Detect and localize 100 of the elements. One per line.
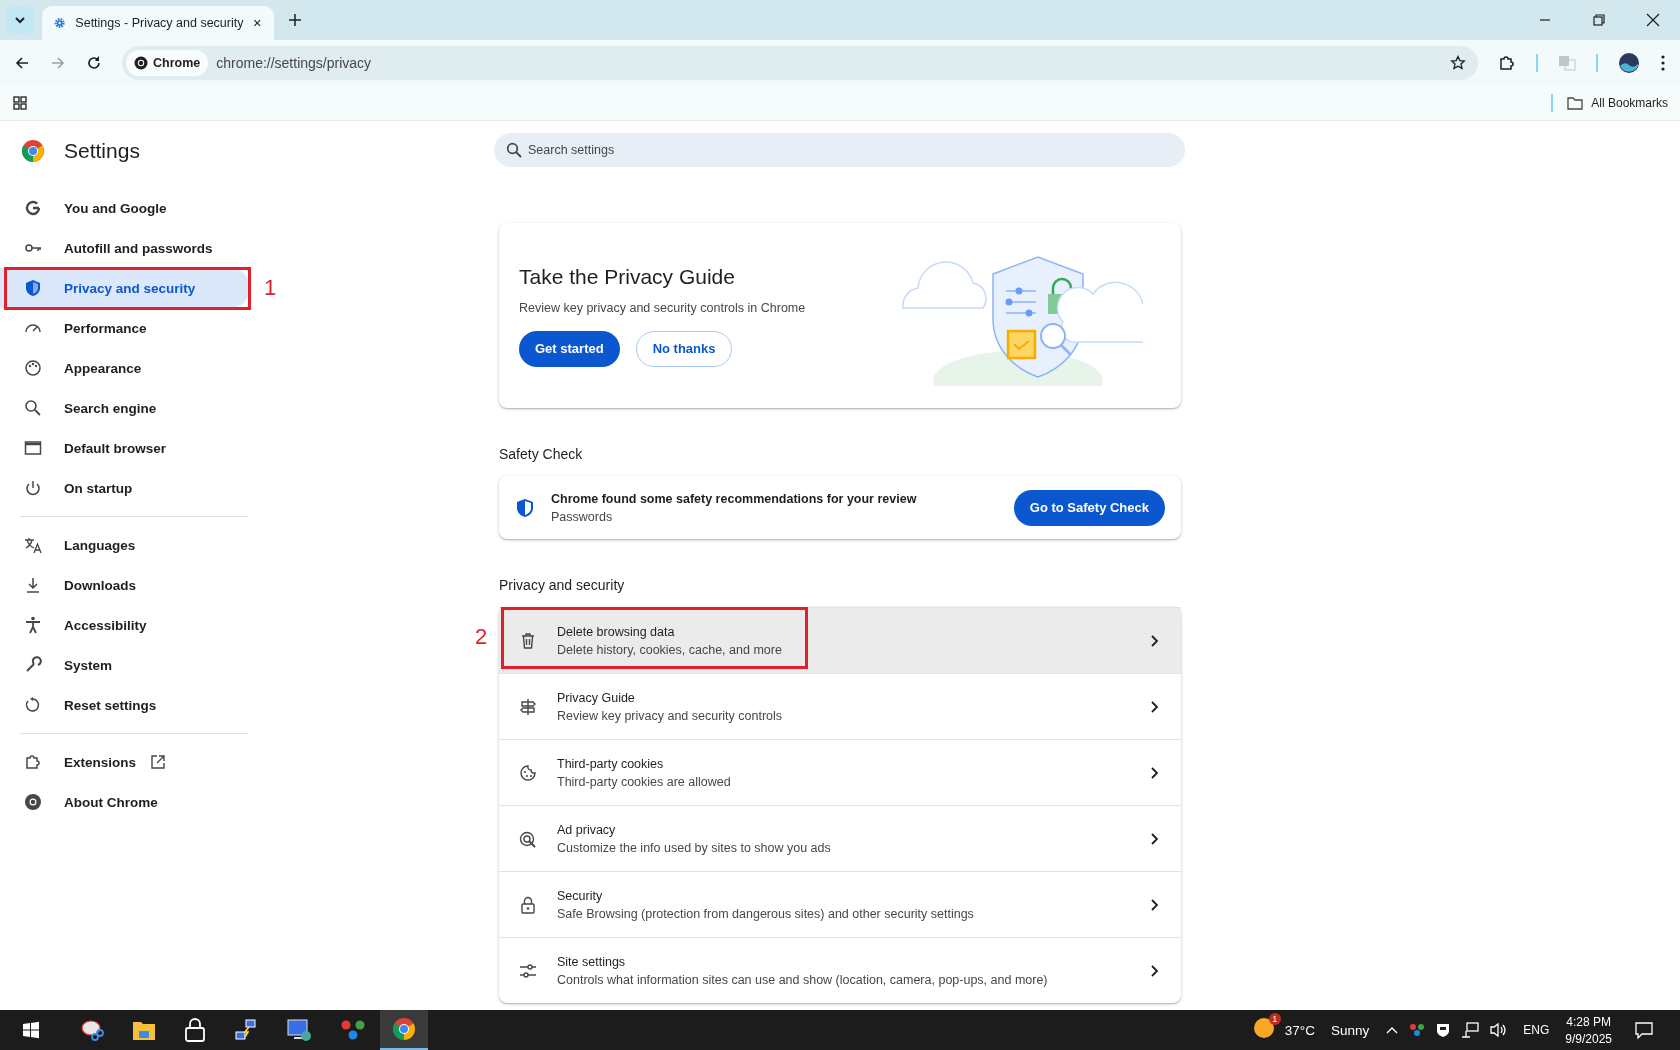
sidebar-item[interactable]: Reset settings: [0, 685, 250, 725]
close-window-icon[interactable]: [1646, 13, 1660, 27]
sidebar-item[interactable]: Default browser: [0, 428, 250, 468]
sidebar-item[interactable]: Autofill and passwords: [0, 228, 250, 268]
folder-icon[interactable]: [132, 1019, 156, 1041]
notifications-icon[interactable]: [1634, 1021, 1654, 1039]
chrome-logo-icon: [24, 793, 42, 811]
windows-logo-icon[interactable]: [22, 1021, 40, 1039]
star-icon[interactable]: [1450, 54, 1466, 71]
three-dots-cluster-icon[interactable]: [340, 1018, 366, 1042]
gear-icon: [54, 15, 66, 31]
site-chip[interactable]: Chrome: [126, 49, 209, 76]
reload-icon[interactable]: [86, 54, 102, 71]
shield-tray-icon[interactable]: [1435, 1022, 1452, 1038]
row-title: Site settings: [557, 954, 627, 969]
url-text: chrome://settings/privacy: [216, 54, 372, 71]
download-icon: [24, 576, 42, 594]
safety-check-subtitle: Passwords: [551, 509, 614, 524]
more-menu-icon[interactable]: [1660, 53, 1666, 72]
puzzle-piece-icon[interactable]: [1498, 53, 1516, 72]
tab-search-button[interactable]: [6, 6, 34, 34]
chevron-right-icon: [1149, 831, 1159, 846]
sidebar-item[interactable]: You and Google: [0, 188, 250, 228]
sidebar-item[interactable]: Downloads: [0, 565, 250, 605]
promo-description: Review key privacy and security controls in Chrome: [519, 300, 807, 315]
sidebar-item[interactable]: Performance: [0, 308, 250, 348]
sidebar-item-label: Downloads: [64, 577, 136, 593]
snipping-tool-icon[interactable]: [80, 1018, 104, 1042]
row-title: Delete browsing data: [557, 624, 676, 639]
reset-icon: [24, 696, 42, 714]
padlock-icon[interactable]: [184, 1018, 206, 1042]
search-field[interactable]: Search settings: [494, 133, 1185, 167]
google-g-icon: [24, 199, 42, 217]
sidebar-item[interactable]: On startup: [0, 468, 250, 508]
get-started-button[interactable]: Get started: [519, 330, 620, 367]
row-title: Security: [557, 888, 604, 903]
sidebar-item-label: Performance: [64, 320, 147, 336]
sidebar-item[interactable]: System: [0, 645, 250, 685]
settings-title: Settings: [64, 139, 140, 163]
speaker-icon[interactable]: [1489, 1022, 1508, 1038]
sidebar-item[interactable]: About Chrome: [0, 782, 250, 822]
external-link-icon[interactable]: [150, 754, 167, 770]
back-arrow-icon[interactable]: [14, 54, 30, 71]
sidebar-item-label: Accessibility: [64, 617, 147, 633]
chevron-right-icon: [1149, 633, 1159, 648]
puzzle-piece-icon: [24, 753, 42, 771]
sidebar-item-label: Extensions: [64, 754, 137, 770]
three-dots-cluster-icon[interactable]: [1409, 1022, 1426, 1038]
settings-row[interactable]: Security Safe Browsing (protection from dangerous sites) and other security settings: [499, 871, 1181, 937]
sidebar-item[interactable]: Search engine: [0, 388, 250, 428]
taskbar-app-button[interactable]: [380, 1010, 428, 1050]
tab-title: Settings - Privacy and security: [75, 16, 244, 30]
profile-avatar-icon[interactable]: [1618, 51, 1640, 74]
sliders-icon: [519, 961, 537, 980]
restore-icon[interactable]: [1592, 13, 1606, 27]
annotation-number: 1: [264, 277, 277, 299]
accessibility-icon: [24, 616, 42, 634]
monitor-icon[interactable]: [286, 1018, 312, 1042]
settings-row[interactable]: Site settings Controls what information sites can use and show (location, camera, pop-ups, and more): [499, 937, 1181, 1003]
row-subtitle: Safe Browsing (protection from dangerous sites) and other security settings: [557, 906, 975, 921]
palette-icon: [24, 359, 42, 377]
network-icon[interactable]: [1461, 1022, 1480, 1038]
address-bar[interactable]: Chrome chrome://settings/privacy: [122, 45, 1478, 80]
clock-time: 4:28 PM: [1566, 1014, 1611, 1029]
translate-icon: [24, 536, 42, 554]
close-icon[interactable]: [253, 17, 262, 29]
sidebar-item[interactable]: Languages: [0, 525, 250, 565]
sidebar-item[interactable]: Accessibility: [0, 605, 250, 645]
section-heading: Safety Check: [499, 446, 584, 462]
sidebar-item[interactable]: Appearance: [0, 348, 250, 388]
all-bookmarks-button[interactable]: All Bookmarks: [1567, 95, 1668, 110]
language-indicator[interactable]: ENG: [1523, 1023, 1550, 1037]
search-icon: [24, 399, 42, 417]
browser-tab[interactable]: Settings - Privacy and security: [42, 6, 274, 40]
no-thanks-button[interactable]: No thanks: [635, 330, 733, 367]
settings-row[interactable]: Delete browsing data Delete history, cookies, cache, and more: [499, 607, 1181, 673]
settings-row[interactable]: Ad privacy Customize the info used by sites to show you ads: [499, 805, 1181, 871]
sidebar-item-label: Privacy and security: [64, 280, 196, 296]
settings-row[interactable]: Third-party cookies Third-party cookies are allowed: [499, 739, 1181, 805]
chrome-logo-icon: [134, 55, 148, 70]
sun-icon: [1252, 1017, 1275, 1039]
network-computers-icon[interactable]: [234, 1018, 258, 1042]
sidebar-item-label: Languages: [64, 537, 136, 553]
annotation-number: 2: [475, 626, 488, 648]
chevron-right-icon: [1149, 765, 1159, 780]
chevron-right-icon: [1149, 963, 1159, 978]
folder-icon: [1567, 95, 1584, 110]
shield-icon: [516, 497, 534, 518]
new-tab-icon[interactable]: [288, 13, 302, 27]
browser-window-icon: [24, 439, 42, 457]
apps-grid-icon[interactable]: [12, 94, 28, 111]
go-to-safety-check-button[interactable]: Go to Safety Check: [1013, 489, 1165, 526]
settings-row[interactable]: Privacy Guide Review key privacy and security controls: [499, 673, 1181, 739]
sidebar-item[interactable]: Extensions: [0, 742, 250, 782]
row-subtitle: Delete history, cookies, cache, and more: [557, 642, 783, 657]
trash-icon: [519, 631, 537, 650]
safety-check-title: Chrome found some safety recommendations for your review: [551, 491, 918, 506]
promo-title: Take the Privacy Guide: [519, 264, 736, 289]
section-heading: Privacy and security: [499, 577, 626, 593]
sidebar-item-label: On startup: [64, 480, 133, 496]
